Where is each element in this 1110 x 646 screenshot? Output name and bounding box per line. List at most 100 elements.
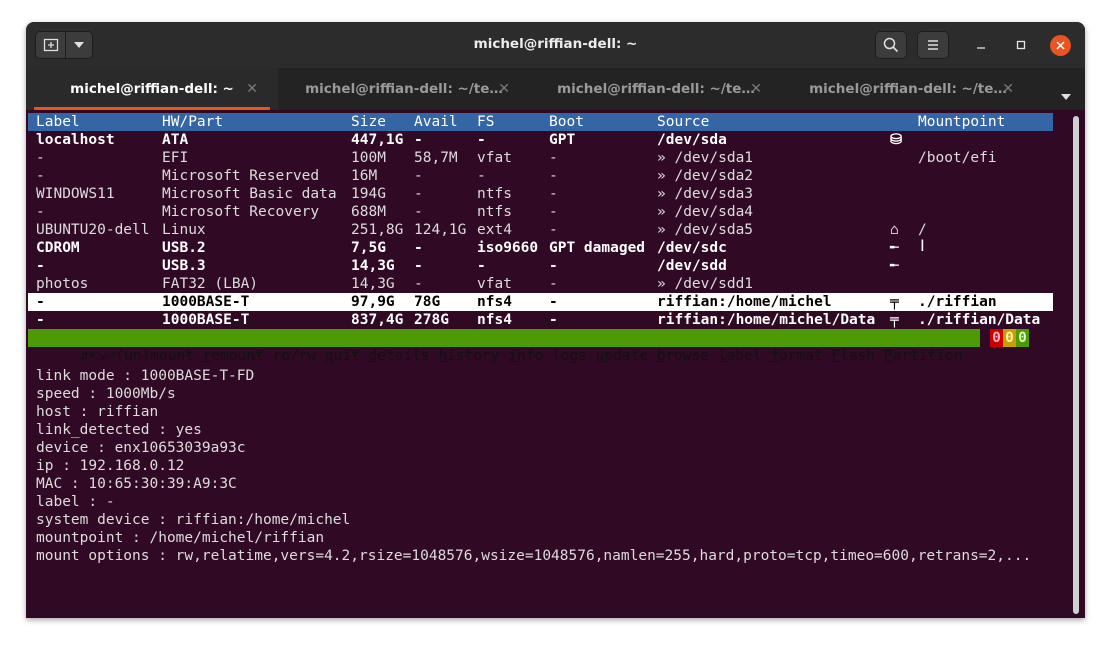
hint-text: artition [892,348,963,364]
table-cell: 16M [351,168,378,184]
table-cell: - [36,168,45,184]
text-cursor-icon: I [920,236,925,255]
status-icon: ⛁ [890,132,903,148]
table-row[interactable]: WINDOWS11 Microsoft Basic data 194G - ntfs - »… [28,185,1053,203]
chevron-down-icon [1061,94,1071,100]
table-cell: /boot/efi [918,150,997,166]
table-cell: /dev/sda [657,132,727,148]
table-cell: 278G [414,312,449,328]
status-icon: ╤ [890,294,899,310]
hotkey-letter: l [717,348,727,364]
table-cell: USB.3 [162,258,206,274]
detail-line: host : riffian [36,404,159,420]
hint-text: emount [211,348,264,364]
header-fs: FS [477,114,495,130]
table-cell: Linux [162,222,206,238]
table-cell: ntfs [477,204,512,220]
table-cell: riffian:/home/michel/Data [657,312,876,328]
status-counters: 0 0 0 [990,329,1029,347]
table-cell: GPT damaged [549,240,646,256]
table-cell: 688M [351,204,386,220]
key-hint: history [430,348,499,364]
tab-bar: michel@riffian-dell: ~ ✕ michel@riffian-… [26,68,1085,110]
hint-text: nfo [517,348,544,364]
close-tab-icon[interactable]: ✕ [246,81,258,97]
status-icon: ⌂ [890,222,899,238]
tab-3[interactable]: michel@riffian-dell: ~/te… ✕ [530,68,782,110]
table-row[interactable]: localhost ATA 447,1G - - GPT/dev/sda ⛁ [28,131,1053,149]
table-cell: 124,1G [414,222,467,238]
table-cell: - [414,168,423,184]
table-cell: » /dev/sda5 [657,222,754,238]
search-button[interactable] [875,31,907,59]
tab-2[interactable]: michel@riffian-dell: ~/te… ✕ [278,68,530,110]
key-hint: details [360,348,430,364]
terminal-content[interactable]: Label HW/Part Size Avail FS Boot Source … [26,110,1085,618]
key-hints: (un)mount remount ro/rw quit details his… [115,348,962,364]
table-row[interactable]: photos FAT32 (LBA) 14,3G - vfat - » /dev/sdd1 [28,275,1053,293]
tab-label: michel@riffian-dell: ~/te… [809,81,1007,97]
table-row[interactable]: UBUNTU20-dell Linux 251,8G 124,1G ext4 - » /de… [28,221,1053,239]
hint-text: abel [726,348,762,364]
close-tab-icon[interactable]: ✕ [1002,81,1014,97]
tabs-overflow-button[interactable] [1061,85,1071,104]
table-cell: Microsoft Reserved [162,168,320,184]
scrollbar[interactable] [1073,116,1079,614]
table-cell: 251,8G [351,222,404,238]
maximize-icon [1016,40,1026,50]
table-cell: localhost [36,132,115,148]
table-cell: - [414,276,423,292]
detail-line: system device : riffian:/home/michel [36,512,351,528]
table-row[interactable]: - Microsoft Recovery 688M - ntfs - » /dev/sda4 [28,203,1053,221]
detail-line: ip : 192.168.0.12 [36,458,185,474]
header-label: Label [36,114,80,130]
table-cell: /dev/sdc [657,240,727,256]
table-cell: - [36,312,45,328]
maximize-button[interactable] [1012,36,1030,54]
table-row[interactable]: - USB.3 14,3G - - - /dev/sdd ╾ [28,257,1053,275]
table-cell: ext4 [477,222,512,238]
key-hint: format [762,348,822,364]
close-tab-icon[interactable]: ✕ [750,81,762,97]
hint-text: ro/rw [272,348,317,364]
tab-4[interactable]: michel@riffian-dell: ~/te… ✕ [782,68,1034,110]
close-button[interactable] [1050,35,1071,56]
table-cell: ./riffian/Data [918,312,1041,328]
header-mountpoint: Mountpoint [918,114,1006,130]
table-cell: » /dev/sdd1 [657,276,754,292]
table-cell: - [36,258,45,274]
table-cell: - [549,222,558,238]
close-tab-icon[interactable]: ✕ [498,81,510,97]
table-cell: - [36,204,45,220]
table-cell: ntfs [477,186,512,202]
table-cell: » /dev/sda1 [657,150,754,166]
minimize-button[interactable] [972,36,990,54]
table-cell: - [414,258,423,274]
status-icon: ╤ [890,312,899,328]
hint-text: (un)mount [115,348,194,364]
table-cell: ./riffian [918,294,997,310]
tab-label: michel@riffian-dell: ~ [70,81,234,97]
tab-1[interactable]: michel@riffian-dell: ~ ✕ [26,68,278,110]
table-cell: » /dev/sda3 [657,186,754,202]
detail-line: label : - [36,494,115,510]
table-cell: nfs4 [477,294,512,310]
table-row[interactable]: - 1000BASE-T 97,9G 78G nfs4 - riffian:/home/mi… [28,293,1053,311]
table-row[interactable]: - EFI 100M 58,7M vfat - » /dev/sda1/boot/efi [28,149,1053,167]
table-cell: - [549,168,558,184]
detail-line: mount options : rw,relatime,vers=4.2,rsi… [36,548,1032,564]
hamburger-menu-button[interactable] [917,31,949,59]
table-row[interactable]: - 1000BASE-T 837,4G 278G nfs4 - riffian:/home/… [28,311,1053,329]
table-row[interactable]: - Microsoft Reserved 16M - - - » /dev/sda2 [28,167,1053,185]
hotkey-letter: h [438,348,448,364]
header-hw-part: HW/Part [162,114,224,130]
hotkey-letter: F [831,348,841,364]
detail-line: link mode : 1000BASE-T-FD [36,368,255,384]
table-cell: EFI [162,150,189,166]
table-cell: - [549,186,558,202]
table-cell: - [549,150,558,166]
header-boot: Boot [549,114,584,130]
hotkey-letter: q [324,348,334,364]
table-cell: 78G [414,294,441,310]
table-row[interactable]: CDROM USB.2 7,5G - iso9660 GPT damaged/dev/sd… [28,239,1053,257]
